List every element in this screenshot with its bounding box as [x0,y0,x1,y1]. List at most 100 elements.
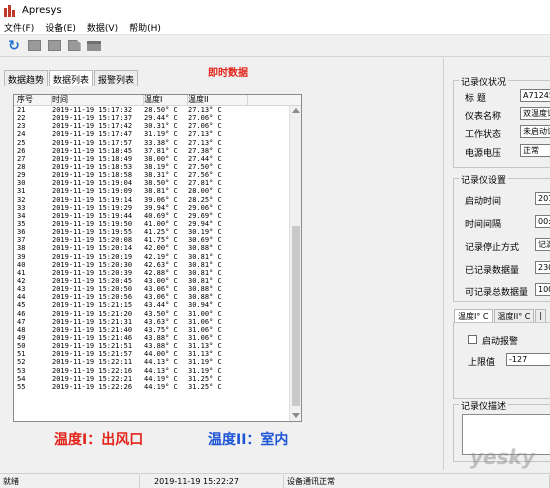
table-row[interactable]: 30 2019-11-19 15:19:04 38.50° C 27.81° C [14,179,290,187]
table-row[interactable]: 44 2019-11-19 15:20:56 43.06° C 30.88° C [14,293,290,301]
table-row[interactable]: 54 2019-11-19 15:22:21 44.19° C 31.25° C [14,375,290,383]
row-temp1: 42.19° C [144,252,178,261]
table-row[interactable]: 33 2019-11-19 15:19:29 39.94° C 29.06° C [14,204,290,212]
table-row[interactable]: 40 2019-11-19 15:20:30 42.63° C 30.81° C [14,261,290,269]
tab-alarm-list[interactable]: 报警列表 [94,70,139,86]
table-row[interactable]: 22 2019-11-19 15:17:37 29.44° C 27.06° C [14,114,290,122]
value-stop-mode[interactable]: 记满 [535,238,550,251]
scroll-down-icon[interactable] [292,413,300,418]
row-time: 2019-11-19 15:19:50 [52,219,133,228]
row-time: 2019-11-19 15:20:30 [52,260,133,269]
row-temp1: 41.25° C [144,228,178,237]
tab-data-list[interactable]: 数据列表 [49,70,94,86]
row-temp2: 31.06° C [188,325,222,334]
table-row[interactable]: 35 2019-11-19 15:19:50 41.00° C 29.94° C [14,220,290,228]
header-temp2[interactable]: 温度II [188,95,248,105]
scroll-thumb[interactable] [292,226,300,406]
table-row[interactable]: 53 2019-11-19 15:22:16 44.13° C 31.19° C [14,367,290,375]
row-time: 2019-11-19 15:21:20 [52,309,133,318]
table-row[interactable]: 37 2019-11-19 15:20:08 41.75° C 30.69° C [14,236,290,244]
table-row[interactable]: 24 2019-11-19 15:17:47 31.19° C 27.13° C [14,130,290,138]
table-row[interactable]: 55 2019-11-19 15:22:26 44.19° C 31.25° C [14,383,290,391]
table-row[interactable]: 45 2019-11-19 15:21:15 43.44° C 30.94° C [14,301,290,309]
table-row[interactable]: 51 2019-11-19 15:21:57 44.00° C 31.13° C [14,350,290,358]
header-time[interactable]: 时间 [52,95,144,105]
table-row[interactable]: 29 2019-11-19 15:18:58 38.31° C 27.56° C [14,171,290,179]
header-index[interactable]: 序号 [14,95,52,105]
enable-alarm-checkbox[interactable] [468,335,477,344]
upper-limit-input[interactable]: -127 [506,353,550,366]
table-row[interactable]: 23 2019-11-19 15:17:42 30.31° C 27.06° C [14,122,290,130]
scroll-up-icon[interactable] [292,108,300,113]
table-row[interactable]: 43 2019-11-19 15:20:50 43.06° C 30.88° C [14,285,290,293]
table-row[interactable]: 49 2019-11-19 15:21:46 43.88° C 31.06° C [14,334,290,342]
table-row[interactable]: 26 2019-11-19 15:18:45 37.81° C 27.38° C [14,147,290,155]
menu-data[interactable]: 数据(V) [87,21,118,34]
row-time: 2019-11-19 15:17:57 [52,138,133,147]
open-folder-button[interactable] [86,38,102,53]
table-row[interactable]: 38 2019-11-19 15:20:14 42.00° C 30.88° C [14,244,290,252]
table-row[interactable]: 27 2019-11-19 15:18:49 38.00° C 27.44° C [14,155,290,163]
row-temp1: 44.19° C [144,382,178,391]
table-row[interactable]: 52 2019-11-19 15:22:11 44.13° C 31.19° C [14,358,290,366]
row-temp2: 28.25° C [188,195,222,204]
window-title: Apresys [22,4,62,16]
label-total-capacity: 可记录总数据量 [465,288,529,298]
value-start-time[interactable]: 201 [535,192,550,205]
table-row[interactable]: 36 2019-11-19 15:19:55 41.25° C 30.19° C [14,228,290,236]
menu-device[interactable]: 设备(E) [45,21,76,34]
row-temp1: 44.13° C [144,358,178,367]
value-interval[interactable]: 00: [535,215,550,228]
main-tabs: 数据趋势 数据列表 报警列表 [4,70,139,86]
table-row[interactable]: 21 2019-11-19 15:17:32 28.50° C 27.13° C [14,106,290,114]
row-time: 2019-11-19 15:22:16 [52,366,133,375]
menu-file[interactable]: 文件(F) [4,21,34,34]
value-total-capacity[interactable]: 100, [535,283,550,296]
row-temp1: 37.81° C [144,146,178,155]
row-time: 2019-11-19 15:19:04 [52,179,133,188]
export-button[interactable] [66,38,82,53]
table-row[interactable]: 50 2019-11-19 15:21:51 43.88° C 31.13° C [14,342,290,350]
table-row[interactable]: 48 2019-11-19 15:21:40 43.75° C 31.06° C [14,326,290,334]
table-row[interactable]: 47 2019-11-19 15:21:31 43.63° C 31.06° C [14,318,290,326]
row-temp1: 38.31° C [144,171,178,180]
table-row[interactable]: 46 2019-11-19 15:21:20 43.50° C 31.00° C [14,310,290,318]
menu-help[interactable]: 帮助(H) [129,21,161,34]
header-temp1[interactable]: 温度I [144,95,188,105]
value-power-voltage[interactable]: 正常 [520,144,550,157]
row-time: 2019-11-19 15:20:50 [52,285,133,294]
data-list[interactable]: 序号 时间 温度I 温度II 21 2019-11-19 15:17:32 28.5… [13,94,302,422]
status-state: 就绪 [0,474,140,488]
device-button[interactable] [26,38,42,53]
row-temp2: 31.19° C [188,366,222,375]
upper-limit-label: 上限值 [468,358,496,368]
label-instrument-name: 仪表名称 [465,112,502,122]
save-button[interactable] [46,38,62,53]
value-title[interactable]: A712456 [520,89,550,102]
status-comm: 设备通讯正常 [284,474,550,488]
row-temp2: 30.88° C [188,285,222,294]
tab-data-trend[interactable]: 数据趋势 [4,70,49,86]
enable-alarm-label: 启动报警 [482,337,519,347]
table-row[interactable]: 31 2019-11-19 15:19:09 38.81° C 28.00° C [14,187,290,195]
refresh-button[interactable]: ↻ [6,38,22,53]
row-time: 2019-11-19 15:21:40 [52,325,133,334]
row-time: 2019-11-19 15:22:26 [52,382,133,391]
table-row[interactable]: 41 2019-11-19 15:20:39 42.88° C 30.81° C [14,269,290,277]
row-temp2: 31.06° C [188,333,222,342]
table-row[interactable]: 42 2019-11-19 15:20:45 43.00° C 30.81° C [14,277,290,285]
row-temp2: 31.13° C [188,342,222,351]
row-temp1: 44.19° C [144,374,178,383]
value-work-status[interactable]: 未启动记 [520,125,550,138]
table-row[interactable]: 34 2019-11-19 15:19:44 40.69° C 29.69° C [14,212,290,220]
table-row[interactable]: 32 2019-11-19 15:19:14 39.06° C 28.25° C [14,196,290,204]
list-scrollbar[interactable] [289,106,301,421]
value-instrument-name[interactable]: 双温度记 [520,107,550,120]
row-index: 42 [17,276,26,285]
table-row[interactable]: 25 2019-11-19 15:17:57 33.38° C 27.13° C [14,139,290,147]
table-row[interactable]: 28 2019-11-19 15:18:53 38.19° C 27.50° C [14,163,290,171]
value-recorded-count[interactable]: 230 [535,261,550,274]
table-row[interactable]: 39 2019-11-19 15:20:19 42.19° C 30.81° C [14,253,290,261]
row-time: 2019-11-19 15:19:29 [52,203,133,212]
row-time: 2019-11-19 15:20:45 [52,276,133,285]
